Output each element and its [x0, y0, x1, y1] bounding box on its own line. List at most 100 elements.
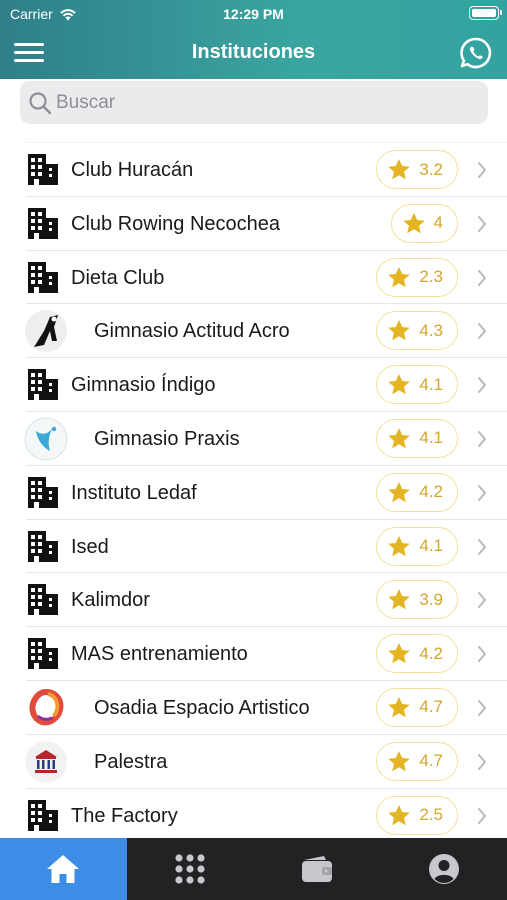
rating-badge: 4	[390, 203, 458, 243]
star-icon	[388, 427, 411, 449]
list-item[interactable]: Gimnasio Praxis 4.1	[24, 410, 507, 465]
rating-badge: 4.7	[376, 687, 458, 727]
list-item[interactable]: Osadia Espacio Artistico 4.7	[24, 679, 507, 734]
building-icon	[26, 582, 60, 616]
building-icon	[26, 475, 60, 509]
institution-name: Osadia Espacio Artistico	[94, 696, 310, 719]
building-icon	[26, 636, 60, 670]
rating-badge: 2.3	[376, 257, 458, 297]
list-item[interactable]: Palestra 4.7	[24, 733, 507, 788]
app-header: Carrier 12:29 PM Instituciones	[0, 0, 507, 79]
rating-value: 4	[433, 213, 443, 233]
rating-badge: 4.1	[376, 418, 458, 458]
home-icon	[46, 853, 80, 885]
list-item[interactable]: Club Huracán 3.2	[26, 142, 507, 196]
list-item[interactable]: Instituto Ledaf 4.2	[26, 464, 507, 519]
rating-value: 4.1	[419, 428, 443, 448]
star-icon	[388, 696, 411, 718]
chevron-right-icon	[478, 323, 486, 340]
institution-name: Instituto Ledaf	[71, 481, 197, 504]
status-bar: Carrier 12:29 PM	[0, 0, 507, 28]
institution-name: Ised	[71, 535, 109, 558]
chevron-right-icon	[478, 484, 486, 501]
building-icon	[26, 367, 60, 401]
rating-badge: 4.7	[376, 741, 458, 781]
institution-list: Club Huracán 3.2 Club Rowing Necochea 4 …	[0, 142, 507, 841]
osadia-logo	[24, 686, 68, 730]
list-item[interactable]: MAS entrenamiento 4.2	[26, 626, 507, 680]
palestra-logo	[24, 740, 68, 784]
star-icon	[388, 481, 411, 503]
institution-name: Palestra	[94, 750, 168, 773]
rating-value: 4.2	[419, 643, 443, 663]
star-icon	[388, 804, 411, 825]
whatsapp-icon	[460, 37, 492, 69]
star-icon	[388, 266, 411, 287]
building-icon	[26, 798, 60, 832]
acro-logo	[24, 309, 68, 353]
rating-badge: 4.1	[376, 526, 458, 566]
institution-name: Club Huracán	[71, 159, 194, 181]
rating-value: 3.9	[419, 589, 443, 609]
chevron-right-icon	[478, 215, 486, 232]
chevron-right-icon	[478, 538, 486, 555]
star-icon	[402, 212, 425, 234]
chevron-right-icon	[478, 699, 486, 716]
list-item[interactable]: Dieta Club 2.3	[26, 249, 507, 304]
institution-name: Dieta Club	[71, 266, 165, 289]
institution-name: Kalimdor	[71, 589, 150, 612]
rating-value: 4.1	[419, 536, 443, 556]
building-icon	[26, 529, 60, 563]
list-item[interactable]: Ised 4.1	[26, 518, 507, 573]
rating-value: 3.2	[419, 159, 443, 179]
rating-value: 4.7	[419, 751, 443, 771]
tab-bar	[0, 838, 507, 900]
profile-icon	[428, 853, 460, 885]
rating-badge: 4.2	[376, 472, 458, 512]
rating-badge: 4.1	[376, 365, 458, 405]
chevron-right-icon	[478, 646, 486, 663]
chevron-right-icon	[478, 377, 486, 394]
institution-name: Gimnasio Praxis	[94, 427, 240, 450]
star-icon	[388, 535, 411, 556]
star-icon	[388, 750, 411, 772]
clock: 12:29 PM	[223, 6, 284, 22]
star-icon	[388, 320, 411, 341]
search-bar[interactable]	[20, 81, 488, 124]
chevron-right-icon	[478, 592, 486, 609]
list-item[interactable]: Club Rowing Necochea 4	[26, 195, 507, 250]
nav-bar: Instituciones	[0, 28, 507, 79]
rating-badge: 2.5	[376, 795, 458, 835]
page-title: Instituciones	[191, 41, 316, 63]
institution-name: Club Rowing Necochea	[71, 212, 281, 235]
list-item[interactable]: Kalimdor 3.9	[26, 572, 507, 626]
tab-profile[interactable]	[380, 838, 507, 900]
chevron-right-icon	[478, 162, 486, 178]
rating-value: 4.1	[419, 374, 443, 394]
star-icon	[388, 374, 411, 395]
institution-name: The Factory	[71, 804, 178, 827]
building-icon	[26, 260, 60, 294]
list-item[interactable]: The Factory 2.5	[26, 787, 507, 842]
grid-icon	[174, 853, 206, 885]
whatsapp-button[interactable]	[459, 36, 493, 70]
rating-badge: 3.2	[376, 150, 458, 189]
tab-home[interactable]	[0, 838, 127, 900]
institution-name: MAS entrenamiento	[71, 643, 248, 666]
chevron-right-icon	[478, 807, 486, 824]
list-item[interactable]: Gimnasio Índigo 4.1	[26, 357, 507, 411]
tab-grid[interactable]	[127, 838, 254, 900]
rating-value: 2.5	[419, 805, 443, 825]
star-icon	[388, 589, 411, 610]
search-input[interactable]	[56, 85, 476, 120]
chevron-right-icon	[478, 430, 486, 447]
star-icon	[388, 159, 411, 180]
list-item[interactable]: Gimnasio Actitud Acro 4.3	[24, 303, 507, 357]
rating-value: 4.7	[419, 697, 443, 717]
chevron-right-icon	[478, 753, 486, 770]
chevron-right-icon	[478, 269, 486, 286]
rating-value: 4.3	[419, 320, 443, 340]
tab-wallet[interactable]	[254, 838, 381, 900]
search-icon	[29, 92, 52, 115]
building-icon	[26, 152, 60, 186]
